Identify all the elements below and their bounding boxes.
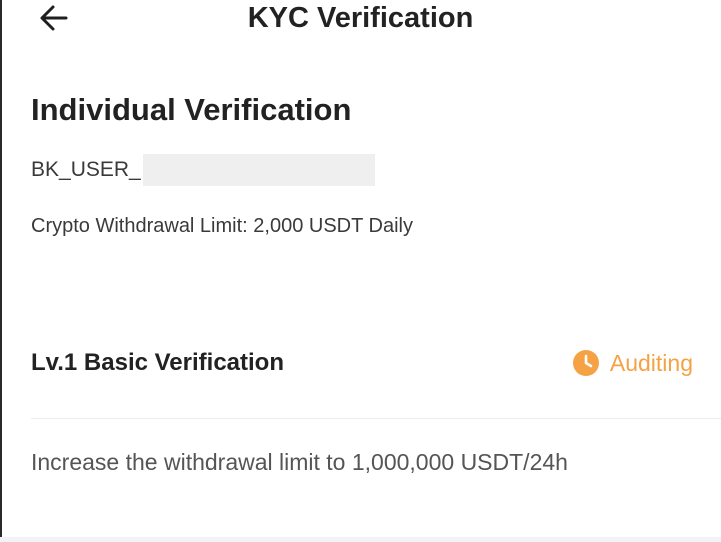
withdrawal-limit-text: Crypto Withdrawal Limit: 2,000 USDT Dail…: [31, 215, 413, 237]
left-edge-border: [0, 0, 2, 542]
user-id-row: BK_USER_: [31, 154, 375, 186]
user-id-text: BK_USER_: [31, 158, 141, 181]
divider: [31, 418, 721, 419]
level-title: Lv.1 Basic Verification: [31, 349, 284, 376]
level-description: Increase the withdrawal limit to 1,000,0…: [31, 449, 568, 475]
page-title: KYC Verification: [247, 2, 474, 34]
redacted-user-id: [142, 154, 375, 186]
section-title: Individual Verification: [31, 92, 352, 127]
status-text: Auditing: [609, 350, 693, 376]
clock-icon: [572, 350, 599, 376]
status-badge: Auditing: [572, 346, 693, 380]
bottom-separator: [0, 537, 721, 542]
